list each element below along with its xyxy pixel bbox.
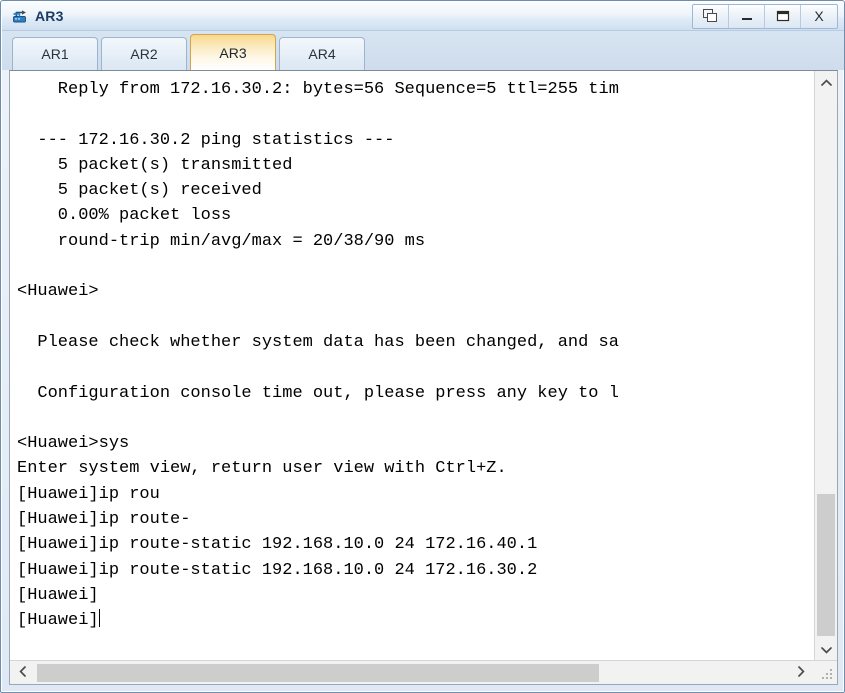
vertical-scrollbar[interactable] [814,71,837,660]
resize-grip-icon[interactable] [822,669,834,681]
restore-window-button[interactable] [693,4,729,28]
console-line: [Huawei] [17,585,99,605]
console-line: 5 packet(s) received [17,181,262,201]
horizontal-scrollbar[interactable] [10,660,837,684]
tab-ar4-label: AR4 [308,46,336,62]
console-panel: Reply from 172.16.30.2: bytes=56 Sequenc… [9,70,838,685]
tab-ar2[interactable]: AR2 [101,37,187,70]
console-line: Reply from 172.16.30.2: bytes=56 Sequenc… [17,80,619,99]
console-line: <Huawei> [17,282,99,302]
scroll-down-button[interactable] [815,638,837,660]
scroll-up-button[interactable] [815,71,837,93]
chevron-down-icon [820,643,832,656]
tab-ar2-label: AR2 [130,46,158,62]
terminal-window: AR3 X AR1 AR2 AR3 AR4 Reply from 172.16.… [0,0,845,693]
chevron-right-icon [797,666,805,679]
console-output[interactable]: Reply from 172.16.30.2: bytes=56 Sequenc… [10,71,814,660]
console-line: [Huawei]ip route-static 192.168.10.0 24 … [17,535,538,555]
console-line: round-trip min/avg/max = 20/38/90 ms [17,231,426,251]
restore-icon [703,9,718,23]
chevron-left-icon [19,666,27,679]
tab-ar1[interactable]: AR1 [12,37,98,70]
console-line: Configuration console time out, please p… [17,383,619,403]
console-line: [Huawei]ip route-static 192.168.10.0 24 … [17,560,538,580]
console-line: [Huawei]ip route- [17,510,191,530]
close-window-button[interactable]: X [801,5,837,28]
minimize-window-button[interactable] [729,4,765,28]
tab-ar3-label: AR3 [219,44,247,61]
maximize-window-button[interactable] [765,4,801,28]
tab-ar3[interactable]: AR3 [190,34,276,70]
console-line: --- 172.16.30.2 ping statistics --- [17,130,395,150]
console-line: 5 packet(s) transmitted [17,155,293,175]
console-line: Enter system view, return user view with… [17,459,507,479]
chevron-up-icon [820,76,832,89]
title-bar: AR3 X [2,2,844,31]
tab-ar4[interactable]: AR4 [279,37,365,70]
window-controls: X [692,3,838,29]
console-line: 0.00% packet loss [17,206,232,226]
vertical-scrollbar-thumb[interactable] [817,494,835,636]
maximize-icon [776,10,790,22]
window-title: AR3 [35,8,64,24]
text-cursor [98,609,100,628]
scroll-left-button[interactable] [11,661,35,684]
device-tab-strip: AR1 AR2 AR3 AR4 [2,31,844,70]
tab-ar1-label: AR1 [41,46,69,62]
minimize-icon [740,10,754,22]
close-icon: X [814,8,824,24]
horizontal-scrollbar-thumb[interactable] [37,664,599,682]
console-prompt-line[interactable]: [Huawei] [17,608,814,633]
console-line: Please check whether system data has bee… [17,332,619,352]
scroll-right-button[interactable] [789,661,813,684]
console-line: <Huawei>sys [17,434,130,454]
console-line: [Huawei]ip rou [17,484,160,504]
title-bar-left: AR3 [2,7,692,25]
router-icon [11,7,29,25]
